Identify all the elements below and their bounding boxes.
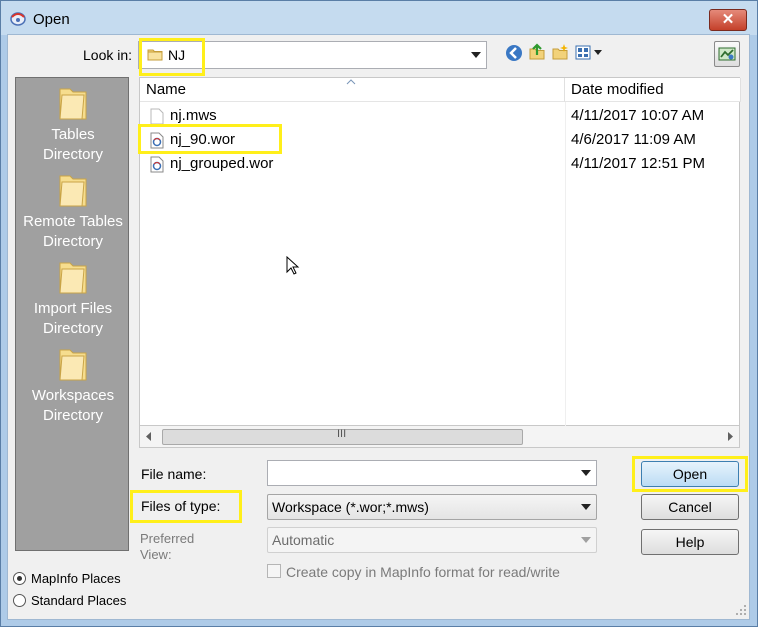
file-name: nj_grouped.wor: [170, 155, 274, 172]
chevron-down-icon[interactable]: [581, 470, 591, 476]
place-import-files-directory[interactable]: Import Files Directory: [16, 257, 130, 339]
file-date: 4/11/2017 12:51 PM: [571, 155, 705, 172]
horizontal-scrollbar[interactable]: III: [139, 426, 740, 448]
workspace-tool-icon: [718, 47, 736, 61]
file-date: 4/11/2017 10:07 AM: [571, 107, 705, 124]
column-header-date[interactable]: Date modified: [565, 78, 741, 102]
create-copy-label: Create copy in MapInfo format for read/w…: [286, 564, 560, 580]
scroll-left-icon[interactable]: [146, 432, 152, 441]
place-label: Remote Tables Directory: [23, 213, 123, 250]
look-in-highlight: [139, 38, 205, 76]
preferred-view-select: Automatic: [267, 527, 597, 553]
file-date: 4/6/2017 11:09 AM: [571, 131, 696, 148]
files-of-type-select[interactable]: Workspace (*.wor;*.mws): [267, 494, 597, 520]
mapinfo-app-icon: [10, 12, 26, 26]
help-button[interactable]: Help: [641, 529, 739, 555]
chevron-down-icon[interactable]: [581, 504, 591, 510]
files-of-type-value: Workspace (*.wor;*.mws): [272, 499, 429, 515]
standard-places-label: Standard Places: [31, 593, 127, 608]
place-workspaces-directory[interactable]: Workspaces Directory: [16, 344, 130, 426]
file-highlight: [138, 124, 282, 154]
close-icon: ✕: [721, 11, 735, 28]
close-button[interactable]: ✕: [709, 9, 747, 31]
folder-icon: [59, 349, 87, 381]
look-in-label: Look in:: [83, 47, 133, 63]
file-name-label: File name:: [141, 466, 207, 482]
places-bar: Tables Directory Remote Tables Directory…: [15, 77, 129, 551]
up-folder-icon[interactable]: [528, 43, 546, 61]
scroll-right-icon[interactable]: [728, 432, 734, 441]
column-header-label: Name: [146, 81, 187, 98]
column-header-label: Date modified: [571, 81, 664, 98]
open-button[interactable]: Open: [641, 461, 739, 487]
chevron-down-icon[interactable]: [471, 52, 481, 58]
view-dropdown-chevron-icon[interactable]: [594, 50, 602, 55]
create-copy-checkbox: [267, 564, 281, 578]
sort-ascending-icon: [346, 79, 356, 85]
place-label: Import Files Directory: [33, 300, 113, 337]
blank-file-icon: [150, 108, 164, 125]
place-tables-directory[interactable]: Tables Directory: [16, 83, 130, 165]
title-bar[interactable]: Open ✕: [1, 1, 757, 35]
place-label: Tables Directory: [42, 126, 103, 163]
place-label: Workspaces Directory: [31, 387, 115, 424]
folder-icon: [59, 88, 87, 120]
window-title: Open: [33, 11, 70, 28]
scroll-grip: III: [337, 428, 347, 440]
new-folder-icon[interactable]: [551, 43, 569, 61]
workspace-file-icon: [150, 156, 164, 173]
chevron-down-icon: [581, 537, 591, 543]
folder-icon: [59, 262, 87, 294]
files-of-type-highlight: [130, 490, 242, 523]
preferred-view-label-line2: View:: [140, 547, 172, 562]
mapinfo-places-label: MapInfo Places: [31, 571, 121, 586]
preferred-view-label-line1: Preferred: [140, 531, 195, 546]
file-name-input[interactable]: [267, 460, 597, 486]
mapinfo-places-radio[interactable]: [13, 572, 26, 585]
preferred-view-value: Automatic: [272, 532, 335, 548]
workspace-tool-button[interactable]: [714, 41, 740, 67]
scroll-thumb[interactable]: III: [162, 428, 523, 445]
cancel-button[interactable]: Cancel: [641, 494, 739, 520]
place-remote-tables-directory[interactable]: Remote Tables Directory: [16, 170, 130, 252]
back-icon[interactable]: [505, 44, 523, 62]
cancel-button-label: Cancel: [668, 499, 712, 515]
folder-icon: [59, 175, 87, 207]
mouse-cursor-icon: [286, 256, 300, 275]
view-menu-icon[interactable]: [575, 44, 593, 62]
standard-places-radio[interactable]: [13, 594, 26, 607]
open-button-label: Open: [672, 466, 708, 482]
file-row[interactable]: nj_grouped.wor 4/11/2017 12:51 PM: [140, 152, 740, 176]
resize-grip-icon[interactable]: [735, 604, 747, 616]
help-button-label: Help: [675, 534, 705, 550]
